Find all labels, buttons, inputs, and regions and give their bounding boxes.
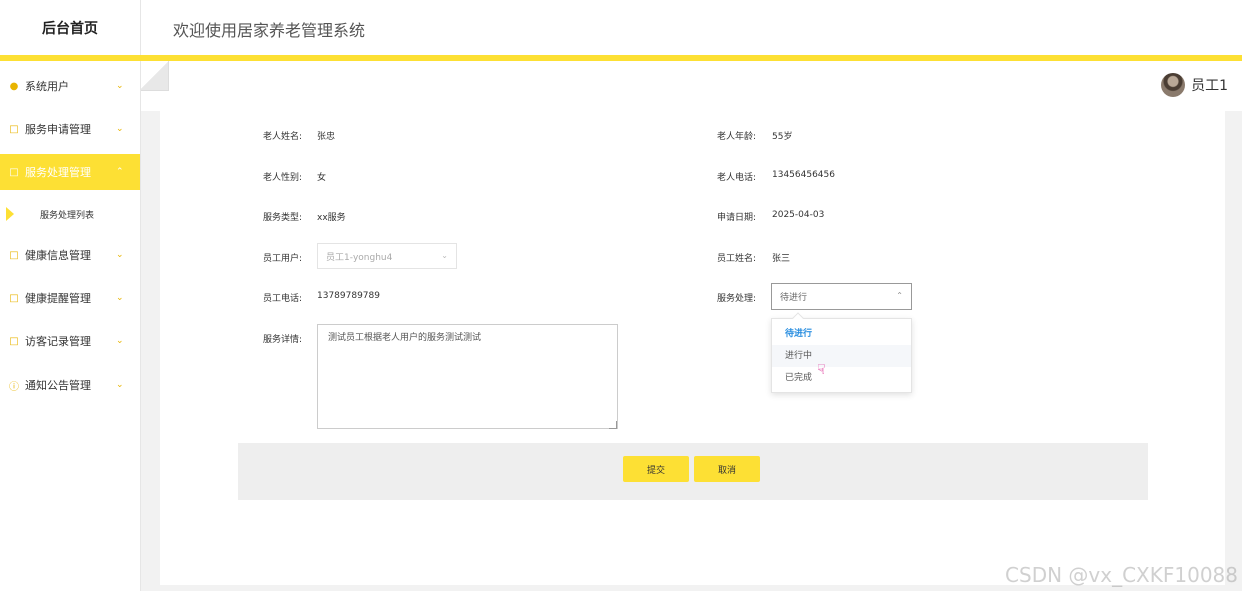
service-process-dropdown: 待进行 进行中 已完成 — [771, 312, 912, 393]
elder-gender-label: 老人性别: — [262, 173, 302, 183]
chevron-up-icon: ⌃ — [116, 167, 124, 177]
sidebar-item-label: 服务处理管理 — [25, 166, 91, 179]
service-type-label: 服务类型: — [262, 213, 302, 223]
staff-name-label: 员工姓名: — [716, 254, 756, 264]
user-name: 员工1 — [1191, 78, 1228, 94]
sidebar-item-service-apply[interactable]: □ 服务申请管理 ⌄ — [0, 111, 140, 147]
sidebar-item-visitor-records[interactable]: □ 访客记录管理 ⌄ — [0, 323, 140, 359]
sidebar-subitem-label: 服务处理列表 — [40, 210, 95, 221]
welcome-title: 欢迎使用居家养老管理系统 — [173, 21, 366, 40]
chevron-down-icon: ⌄ — [116, 124, 124, 134]
service-type-value: xx服务 — [317, 213, 346, 223]
sidebar-item-system-users[interactable]: ● 系统用户 ⌄ — [0, 68, 140, 104]
staff-user-value: 员工1-yonghu4 — [326, 252, 393, 263]
elder-name-label: 老人姓名: — [262, 132, 302, 142]
service-detail-textarea[interactable]: 测试员工根据老人用户的服务测试测试 — [317, 324, 618, 429]
sidebar-subitem-service-process-list[interactable]: 服务处理列表 — [0, 199, 140, 229]
apply-date-value: 2025-04-03 — [772, 210, 825, 220]
sidebar-toggle-icon[interactable] — [141, 61, 169, 91]
service-detail-label: 服务详情: — [262, 335, 302, 345]
staff-user-select: 员工1-yonghu4 ⌄ — [317, 243, 457, 269]
service-process-label: 服务处理: — [716, 294, 756, 304]
sidebar-item-label: 服务申请管理 — [25, 123, 91, 136]
user-icon: ● — [9, 80, 19, 92]
chevron-down-icon: ⌄ — [116, 81, 124, 91]
sidebar-item-health-info[interactable]: □ 健康信息管理 ⌄ — [0, 237, 140, 273]
resize-handle-icon[interactable] — [609, 421, 617, 429]
sidebar-item-notices[interactable]: ⓘ 通知公告管理 ⌄ — [0, 367, 140, 403]
info-icon: ⓘ — [9, 381, 19, 393]
submit-button[interactable]: 提交 — [623, 456, 689, 482]
sidebar-item-label: 通知公告管理 — [25, 379, 91, 392]
action-bar — [238, 443, 1148, 500]
elder-age-label: 老人年龄: — [716, 132, 756, 142]
staff-phone-label: 员工电话: — [262, 294, 302, 304]
service-process-select[interactable]: 待进行 ⌃ — [771, 283, 912, 310]
elder-gender-value: 女 — [317, 173, 327, 183]
option-completed[interactable]: 已完成 — [772, 367, 911, 389]
watermark: CSDN @vx_CXKF10088 — [1005, 563, 1238, 587]
top-bar: 后台首页 欢迎使用居家养老管理系统 — [0, 0, 1242, 55]
avatar — [1161, 73, 1186, 97]
sidebar: ● 系统用户 ⌄ □ 服务申请管理 ⌄ □ 服务处理管理 ⌃ 服务处理列表 □ … — [0, 61, 141, 591]
sidebar-item-label: 系统用户 — [25, 80, 69, 93]
staff-user-label: 员工用户: — [262, 254, 302, 264]
edit-icon: □ — [9, 123, 19, 135]
elder-phone-value: 13456456456 — [772, 170, 835, 180]
option-pending[interactable]: 待进行 — [772, 323, 911, 345]
home-logo[interactable]: 后台首页 — [0, 0, 141, 55]
edit-icon: □ — [9, 166, 19, 178]
tab-strip — [141, 61, 1242, 111]
edit-icon: □ — [9, 292, 19, 304]
chevron-down-icon: ⌄ — [116, 293, 124, 303]
elder-age-value: 55岁 — [772, 132, 793, 142]
staff-phone-value: 13789789789 — [317, 291, 380, 301]
service-process-placeholder: 待进行 — [780, 293, 808, 303]
chevron-down-icon: ⌄ — [116, 336, 124, 346]
sidebar-item-service-process[interactable]: □ 服务处理管理 ⌃ — [0, 154, 140, 190]
sidebar-item-label: 健康信息管理 — [25, 249, 91, 262]
chevron-up-icon: ⌃ — [896, 291, 903, 300]
hand-pointer-icon: ☟ — [817, 362, 826, 378]
option-in-progress[interactable]: 进行中 — [772, 345, 911, 367]
sidebar-item-label: 健康提醒管理 — [25, 292, 91, 305]
active-marker-icon — [6, 207, 14, 221]
user-menu[interactable]: 员工1 — [1161, 73, 1228, 97]
edit-icon: □ — [9, 249, 19, 261]
sidebar-item-label: 访客记录管理 — [25, 335, 91, 348]
sidebar-item-health-reminder[interactable]: □ 健康提醒管理 ⌄ — [0, 280, 140, 316]
chevron-down-icon: ⌄ — [116, 250, 124, 260]
elder-name-value: 张忠 — [317, 132, 336, 142]
chevron-down-icon: ⌄ — [441, 251, 448, 260]
edit-icon: □ — [9, 335, 19, 347]
apply-date-label: 申请日期: — [716, 213, 756, 223]
chevron-down-icon: ⌄ — [116, 380, 124, 390]
staff-name-value: 张三 — [772, 254, 791, 264]
cancel-button[interactable]: 取消 — [694, 456, 760, 482]
elder-phone-label: 老人电话: — [716, 173, 756, 183]
